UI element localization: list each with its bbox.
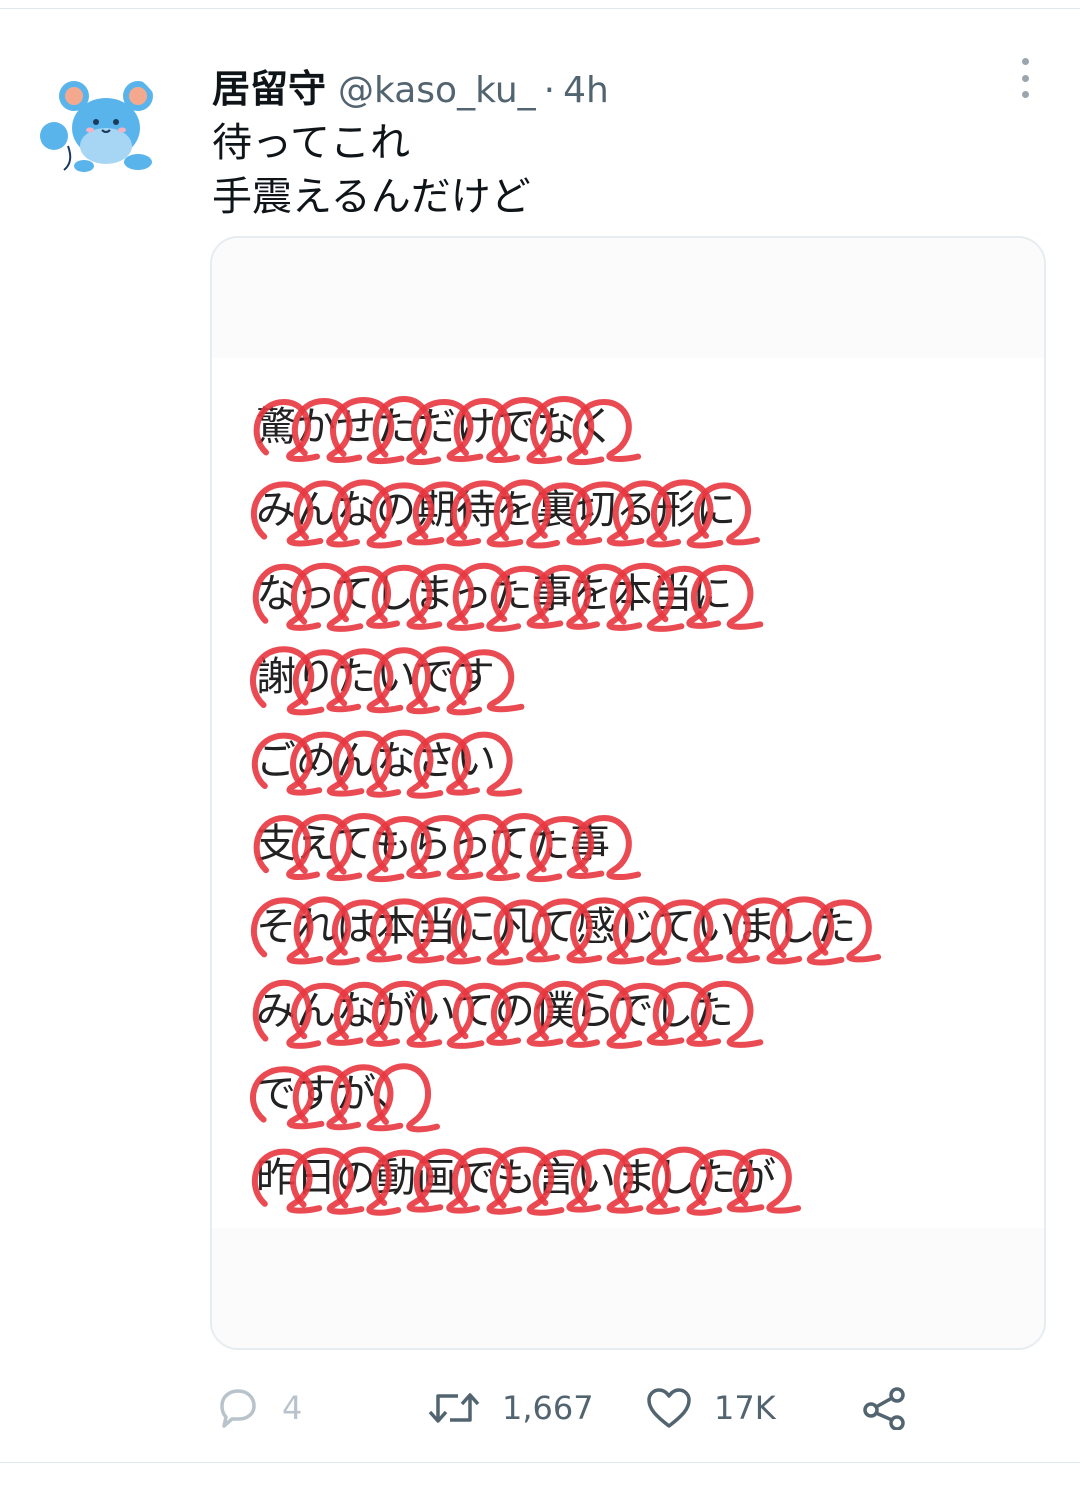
reply-count: 4 bbox=[282, 1389, 303, 1427]
media-text-line: なってしまった事を本当に bbox=[256, 570, 733, 617]
display-name[interactable]: 居留守 bbox=[212, 58, 326, 113]
user-handle[interactable]: @kaso_ku_ bbox=[338, 70, 536, 111]
retweet-button[interactable]: 1,667 bbox=[428, 1380, 594, 1436]
action-bar: 4 1,667 17K bbox=[0, 1380, 1080, 1440]
media-text-block: 驚かせただけでなく みんなの期待を裏切る形に なってしまった事を本当に 謝りたい… bbox=[256, 386, 856, 1220]
tweet-header: 居留守 @kaso_ku_ · 4h bbox=[212, 58, 609, 113]
avatar[interactable] bbox=[34, 66, 166, 198]
tweet-media-image[interactable]: 驚かせただけでなく みんなの期待を裏切る形に なってしまった事を本当に 謝りたい… bbox=[210, 236, 1046, 1350]
like-count: 17K bbox=[714, 1389, 776, 1427]
heart-icon bbox=[647, 1388, 691, 1428]
media-text-line: それは本当に凡て感じていました bbox=[256, 904, 856, 951]
media-text-line: 昨日の動画でも言いましたが bbox=[256, 1154, 776, 1201]
media-text-line: みんながいての僕らでした bbox=[256, 987, 734, 1034]
marill-avatar-icon bbox=[34, 66, 166, 198]
retweet-count: 1,667 bbox=[502, 1389, 594, 1427]
tweet-text-line: 手震えるんだけど bbox=[212, 174, 531, 220]
media-text-line: 驚かせただけでなく bbox=[256, 404, 616, 450]
share-button[interactable] bbox=[862, 1380, 908, 1436]
share-icon bbox=[863, 1387, 905, 1430]
media-text-line: ですが、 bbox=[256, 1071, 416, 1118]
reply-button[interactable]: 4 bbox=[214, 1380, 302, 1436]
media-band-top bbox=[212, 238, 1044, 358]
more-vertical-icon[interactable] bbox=[1008, 58, 1042, 98]
reply-icon bbox=[220, 1389, 256, 1428]
media-text-line: 支えてもらってた事 bbox=[256, 821, 610, 868]
top-divider bbox=[0, 8, 1080, 9]
media-band-bottom bbox=[212, 1228, 1044, 1348]
separator-dot: · bbox=[543, 70, 556, 111]
like-button[interactable]: 17K bbox=[646, 1380, 776, 1436]
media-text-line: 謝りたいです bbox=[256, 654, 495, 701]
tweet-text: 待ってこれ 手震えるんだけど bbox=[212, 116, 531, 224]
bottom-divider bbox=[0, 1462, 1080, 1463]
timestamp[interactable]: 4h bbox=[563, 70, 609, 111]
tweet-text-line: 待ってこれ bbox=[212, 120, 410, 166]
media-text-line: みんなの期待を裏切る形に bbox=[256, 487, 736, 534]
media-text-line: ごめんなさい bbox=[256, 737, 496, 784]
retweet-icon bbox=[428, 1393, 480, 1423]
